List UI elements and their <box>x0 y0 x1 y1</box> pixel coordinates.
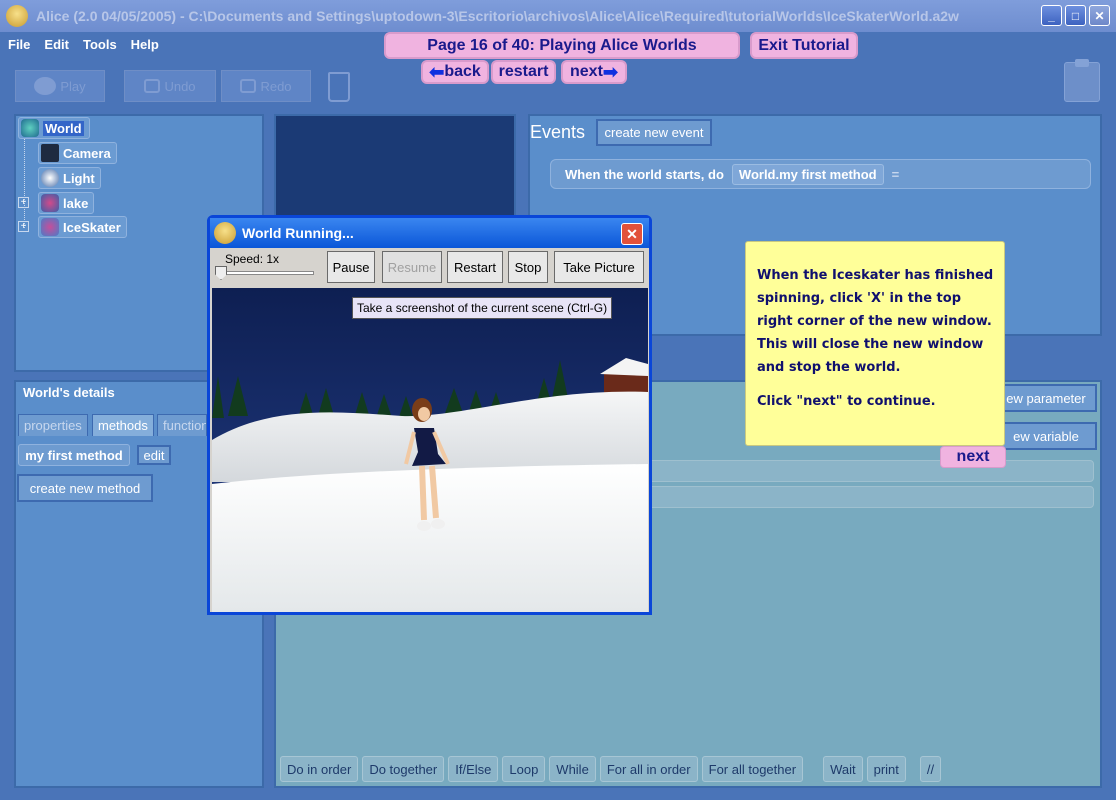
edit-method-button[interactable]: edit <box>137 445 171 465</box>
event-world-starts[interactable]: When the world starts, do World.my first… <box>550 159 1091 189</box>
camera-icon <box>41 144 59 162</box>
tree-item-label: Camera <box>63 145 111 161</box>
resume-button[interactable]: Resume <box>382 251 442 283</box>
events-title: Events <box>530 122 586 142</box>
redo-button[interactable]: Redo <box>221 70 311 102</box>
for-all-in-order-tile[interactable]: For all in order <box>599 756 698 782</box>
tutorial-page-label: Page 16 of 40: Playing Alice Worlds <box>384 32 740 59</box>
tutorial-note-next-button[interactable]: next <box>940 446 1006 468</box>
undo-icon <box>144 79 161 93</box>
alice-app-icon <box>214 222 236 244</box>
event-when-label: When the world starts, do <box>565 166 724 182</box>
event-menu-icon[interactable]: = <box>892 167 900 182</box>
event-method-chip[interactable]: World.my first method <box>731 163 884 185</box>
menu-file[interactable]: File <box>8 37 30 52</box>
ice-surface <box>212 464 648 612</box>
world-viewport[interactable] <box>212 288 648 612</box>
exit-tutorial-button[interactable]: Exit Tutorial <box>750 32 858 59</box>
menu-help[interactable]: Help <box>131 37 159 52</box>
ice-scene <box>212 288 648 612</box>
restart-button[interactable]: Restart <box>447 251 503 283</box>
tree-item-label: Light <box>63 170 95 186</box>
tree-item-light[interactable]: Light <box>38 167 101 189</box>
tree-item-label: IceSkater <box>63 219 121 235</box>
tree-item-world[interactable]: World <box>18 117 90 139</box>
control-structures-bar: Do in order Do together If/Else Loop Whi… <box>280 756 942 782</box>
iceskater-icon <box>41 218 59 236</box>
tree-item-lake[interactable]: lake <box>38 192 95 214</box>
pause-button[interactable]: Pause <box>327 251 375 283</box>
create-new-method-button[interactable]: create new method <box>17 474 153 502</box>
if-else-tile[interactable]: If/Else <box>448 756 499 782</box>
trash-icon[interactable] <box>328 72 350 102</box>
take-picture-tooltip: Take a screenshot of the current scene (… <box>352 297 613 319</box>
window-controls: _ □ ✕ <box>1041 5 1110 26</box>
tutorial-note-instruction: When the Iceskater has finished spinning… <box>757 268 994 375</box>
method-my-first-method[interactable]: my first method <box>18 444 130 466</box>
menu-edit[interactable]: Edit <box>44 37 69 52</box>
undo-label: Undo <box>164 78 196 94</box>
tutorial-next-label: next <box>570 63 603 80</box>
details-title: World's details <box>23 385 115 400</box>
minimize-button[interactable]: _ <box>1041 5 1062 26</box>
wait-tile[interactable]: Wait <box>823 756 863 782</box>
while-tile[interactable]: While <box>549 756 596 782</box>
arrow-left-icon: ⬅ <box>429 61 445 82</box>
tutorial-next-button[interactable]: next ➡ <box>561 60 627 84</box>
tree-connector <box>24 138 25 228</box>
tree-item-camera[interactable]: Camera <box>38 142 117 164</box>
redo-label: Redo <box>260 78 292 94</box>
undo-button[interactable]: Undo <box>124 70 216 102</box>
editor-code-line[interactable] <box>640 486 1094 508</box>
title-bar: Alice (2.0 04/05/2005) - C:\Documents an… <box>0 0 1116 32</box>
redo-icon <box>240 79 257 93</box>
tutorial-note: When the Iceskater has finished spinning… <box>745 241 1005 446</box>
do-together-tile[interactable]: Do together <box>362 756 445 782</box>
take-picture-button[interactable]: Take Picture <box>554 251 644 283</box>
stop-button[interactable]: Stop <box>508 251 548 283</box>
tutorial-back-button[interactable]: ⬅ back <box>421 60 489 84</box>
world-icon <box>21 119 39 137</box>
play-label: Play <box>60 78 86 94</box>
tree-item-label: lake <box>63 195 89 211</box>
world-running-titlebar[interactable]: World Running... <box>210 218 649 248</box>
maximize-button[interactable]: □ <box>1065 5 1086 26</box>
print-tile[interactable]: print <box>866 756 906 782</box>
alice-app-icon <box>6 5 28 27</box>
create-new-parameter-button[interactable]: ew parameter <box>995 384 1097 412</box>
tutorial-restart-button[interactable]: restart <box>491 60 556 84</box>
arrow-right-icon: ➡ <box>602 61 618 82</box>
speed-label: Speed: 1x <box>225 252 280 266</box>
clipboard-icon[interactable] <box>1064 59 1100 102</box>
speed-slider-thumb[interactable] <box>215 266 227 280</box>
tutorial-note-continue: Click "next" to continue. <box>757 394 936 409</box>
create-new-variable-button[interactable]: ew variable <box>995 422 1097 450</box>
speed-slider-track[interactable] <box>218 271 314 275</box>
tab-functions[interactable]: functions <box>157 414 207 436</box>
tab-properties[interactable]: properties <box>18 414 88 436</box>
tutorial-back-label: back <box>444 63 481 80</box>
do-in-order-tile[interactable]: Do in order <box>280 756 359 782</box>
tab-methods[interactable]: methods <box>92 414 154 436</box>
world-running-window: World Running... ✕ Speed: 1x Pause Resum… <box>207 215 652 615</box>
world-running-title: World Running... <box>242 225 354 241</box>
tree-item-iceskater[interactable]: IceSkater <box>38 216 127 238</box>
for-all-together-tile[interactable]: For all together <box>701 756 804 782</box>
lake-icon <box>41 194 59 212</box>
close-button[interactable]: ✕ <box>1089 5 1110 26</box>
menu-tools[interactable]: Tools <box>83 37 117 52</box>
tree-item-label: World <box>43 120 84 136</box>
play-button[interactable]: Play <box>15 70 105 102</box>
editor-code-line[interactable] <box>640 460 1094 482</box>
window-title: Alice (2.0 04/05/2005) - C:\Documents an… <box>36 8 959 24</box>
loop-tile[interactable]: Loop <box>502 756 546 782</box>
world-running-close-button[interactable]: ✕ <box>621 223 643 245</box>
lightbulb-icon <box>41 169 59 187</box>
expand-iceskater-icon[interactable]: + <box>18 221 29 232</box>
expand-lake-icon[interactable]: + <box>18 197 29 208</box>
comment-tile[interactable]: // <box>919 756 942 782</box>
play-icon <box>34 77 57 95</box>
create-new-event-button[interactable]: create new event <box>596 119 712 146</box>
